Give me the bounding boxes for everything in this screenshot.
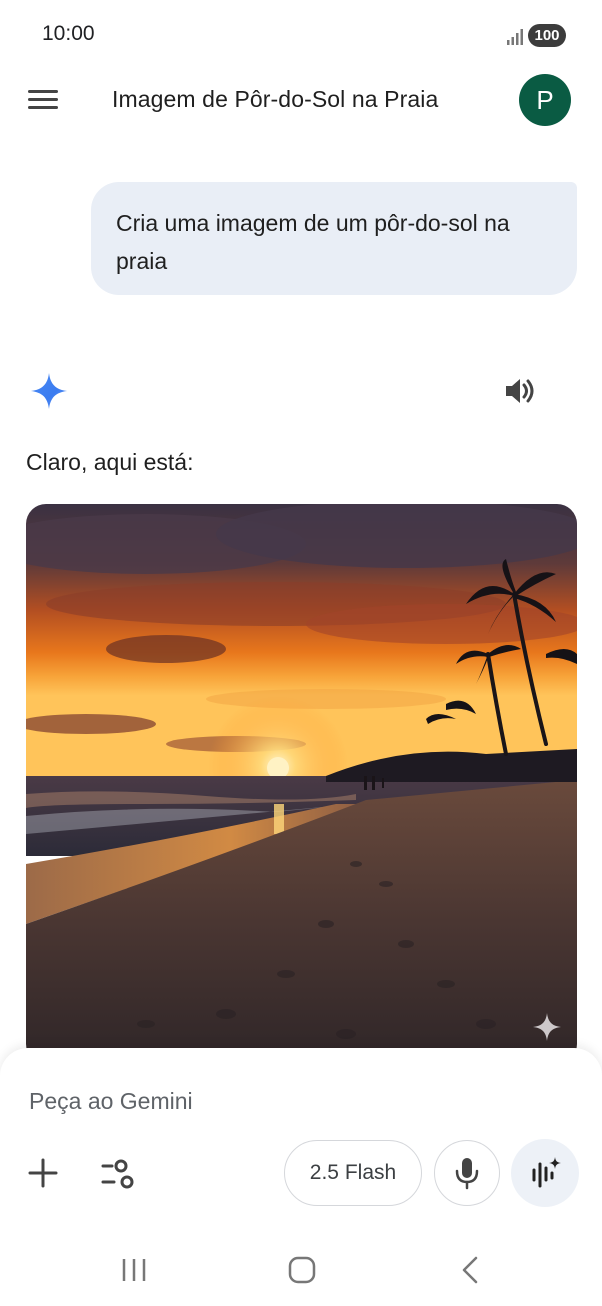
sparkle-icon <box>533 1013 561 1041</box>
live-button[interactable] <box>511 1139 579 1207</box>
hamburger-menu-icon[interactable] <box>28 86 60 114</box>
status-time: 10:00 <box>42 22 95 45</box>
avatar[interactable]: P <box>519 74 571 126</box>
user-message-text: Cria uma imagem de um pôr-do-sol na prai… <box>116 210 510 274</box>
signal-bars-icon <box>507 29 523 45</box>
model-selector-button[interactable]: 2.5 Flash <box>284 1140 422 1206</box>
plus-icon[interactable] <box>27 1157 59 1189</box>
tools-sliders-icon[interactable] <box>100 1157 138 1191</box>
user-message-bubble: Cria uma imagem de um pôr-do-sol na prai… <box>91 182 577 295</box>
battery-indicator: 100 <box>528 24 566 47</box>
status-bar: 10:00 100 <box>0 0 602 70</box>
back-icon[interactable] <box>458 1256 482 1284</box>
prompt-input[interactable] <box>27 1082 571 1120</box>
home-icon[interactable] <box>288 1256 316 1284</box>
chat-title: Imagem de Pôr-do-Sol na Praia <box>112 86 439 112</box>
microphone-button[interactable] <box>434 1140 500 1206</box>
assistant-reply-text: Claro, aqui está: <box>26 449 194 475</box>
sunset-beach-image[interactable] <box>26 504 577 1064</box>
speaker-icon[interactable] <box>504 376 538 406</box>
gemini-spark-icon <box>30 372 68 410</box>
microphone-icon <box>455 1158 479 1190</box>
recents-icon[interactable] <box>120 1258 148 1282</box>
live-waveform-icon <box>532 1157 561 1188</box>
